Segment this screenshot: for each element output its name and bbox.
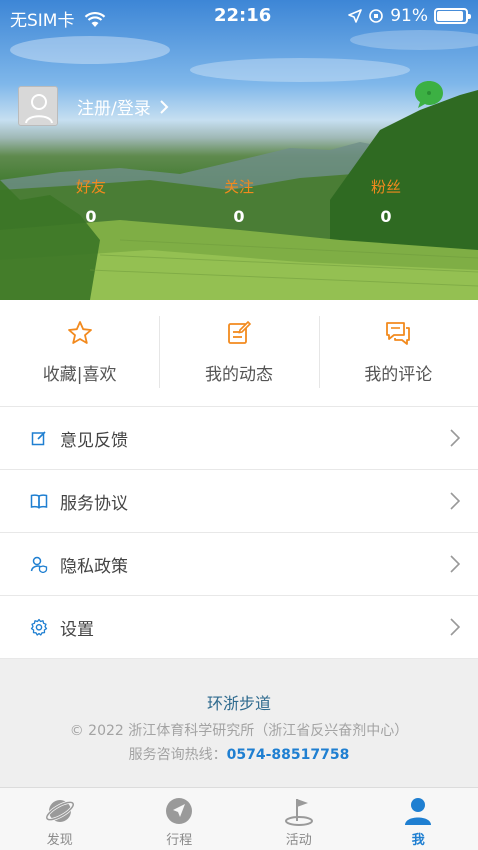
user-shield-icon (30, 555, 48, 573)
menu-item-feedback[interactable]: 意见反馈 (0, 407, 478, 470)
favorites-button[interactable]: 收藏|喜欢 (0, 300, 159, 406)
profile-header-banner: 无SIM卡 22:16 91% 注册/登录 好友 0 关注 0 粉丝 0 (0, 0, 478, 300)
carrier-label: 无SIM卡 (10, 6, 106, 31)
planet-icon (45, 800, 75, 822)
edit-note-icon (228, 320, 252, 344)
wifi-icon (84, 12, 106, 27)
hotline-number[interactable]: 0574-88517758 (227, 747, 350, 763)
user-placeholder-icon (25, 94, 53, 124)
feedback-icon (30, 429, 48, 447)
tab-activities[interactable]: 活动 (239, 788, 359, 850)
tab-itinerary[interactable]: 行程 (120, 788, 240, 850)
stat-fans[interactable]: 粉丝 0 (346, 176, 426, 226)
tab-me[interactable]: 我 (359, 788, 478, 850)
app-info-footer: 环浙步道 © 2022 浙江体育科学研究所（浙江省反兴奋剂中心） 服务咨询热线：… (0, 690, 478, 764)
bottom-tab-bar: 发现 行程 活动 我 (0, 787, 478, 850)
chevron-right-icon (450, 492, 460, 510)
menu-item-privacy-policy[interactable]: 隐私政策 (0, 533, 478, 596)
flag-icon (284, 799, 313, 826)
star-icon (67, 321, 92, 344)
status-right: 91% (348, 6, 471, 26)
chevron-right-icon (450, 618, 460, 636)
avatar[interactable] (18, 86, 58, 126)
hotline: 服务咨询热线：0574-88517758 (128, 747, 350, 763)
quick-actions: 收藏|喜欢 我的动态 我的评论 (0, 300, 478, 406)
settings-menu: 意见反馈 服务协议 隐私政策 设置 (0, 406, 478, 659)
gear-icon (30, 618, 48, 636)
my-posts-button[interactable]: 我的动态 (159, 300, 318, 406)
book-icon (30, 492, 48, 510)
chevron-right-icon (450, 555, 460, 573)
orientation-lock-icon (369, 9, 384, 23)
navigate-icon (166, 798, 193, 824)
menu-item-settings[interactable]: 设置 (0, 596, 478, 659)
tea-hills-background (0, 30, 478, 300)
stat-friends[interactable]: 好友 0 (51, 176, 131, 226)
status-bar: 无SIM卡 22:16 91% (0, 0, 478, 32)
my-comments-button[interactable]: 我的评论 (318, 300, 478, 406)
copyright-text: © 2022 浙江体育科学研究所（浙江省反兴奋剂中心） (69, 723, 409, 739)
location-arrow-icon (348, 9, 363, 23)
person-icon (405, 798, 432, 825)
battery-icon (434, 8, 471, 24)
clock: 22:16 (214, 5, 272, 26)
chevron-right-icon (160, 99, 169, 114)
tab-discover[interactable]: 发现 (0, 788, 120, 850)
message-icon[interactable] (413, 79, 445, 109)
stat-following[interactable]: 关注 0 (199, 176, 279, 226)
menu-item-service-agreement[interactable]: 服务协议 (0, 470, 478, 533)
chevron-right-icon (450, 429, 460, 447)
comment-icon (386, 322, 411, 345)
profile-page: 无SIM卡 22:16 91% 注册/登录 好友 0 关注 0 粉丝 0 收藏|… (0, 0, 478, 850)
login-register-link[interactable]: 注册/登录 (77, 94, 169, 119)
app-name: 环浙步道 (206, 694, 271, 713)
